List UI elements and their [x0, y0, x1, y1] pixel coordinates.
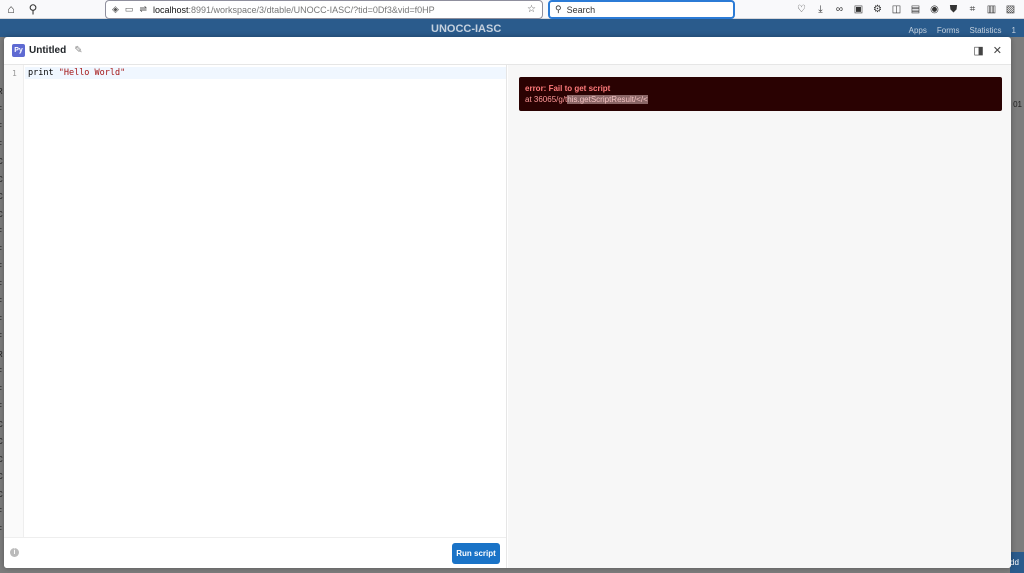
- line-gutter: 1: [4, 65, 24, 538]
- split-view-icon[interactable]: ◨: [973, 44, 983, 58]
- app-title: UNOCC-IASC: [431, 23, 502, 35]
- glasses-icon[interactable]: ∞: [833, 3, 846, 16]
- pocket-icon[interactable]: ♡: [795, 3, 808, 16]
- shield-icon: ◈: [112, 4, 119, 14]
- background-row-fragment: C: [0, 437, 3, 446]
- line-number: 1: [12, 69, 17, 78]
- info-icon[interactable]: i: [10, 548, 19, 557]
- url-host: localhost: [152, 4, 189, 15]
- background-row-fragment: C: [0, 210, 3, 219]
- error-trace-highlight: his.getScriptResult/</<: [567, 95, 648, 104]
- background-row-fragment: C: [0, 192, 3, 201]
- background-row-fragment: F: [0, 297, 2, 306]
- background-row-fragment: F: [0, 315, 2, 324]
- editor-footer: i Run script: [4, 537, 506, 568]
- code-string: "Hello World": [58, 68, 126, 78]
- search-icon: ⚲: [555, 4, 562, 14]
- home-icon[interactable]: ⌂: [0, 0, 22, 19]
- background-row-fragment: C: [0, 175, 3, 184]
- background-row-fragment: F: [0, 507, 2, 516]
- output-pane: error: Fail to get script at 36065/g/thi…: [508, 65, 1011, 568]
- modal-header: Py Untitled ✎ ◨ ✕: [4, 37, 1011, 65]
- code-editor[interactable]: 1 print "Hello World" i Run script: [4, 65, 507, 568]
- url-path: :8991/workspace/3/dtable/UNOCC-IASC/?tid…: [188, 4, 435, 15]
- background-row-fragment: R: [0, 87, 3, 96]
- extension-icons: ♡ ⤓ ∞ ▣ ⚙ ◫ ▤ ◉ ⛊ ⌗ ▥ ▧ ≡: [795, 0, 1024, 19]
- code-line[interactable]: print "Hello World": [25, 67, 506, 79]
- background-row-fragment: F: [0, 367, 2, 376]
- background-row-fragment: F: [0, 245, 2, 254]
- nav-apps[interactable]: Apps: [909, 26, 927, 35]
- background-row-fragment: F: [0, 332, 2, 341]
- printer-icon[interactable]: ▣: [852, 3, 865, 16]
- background-row-fragment: F: [0, 525, 2, 534]
- python-icon: Py: [12, 44, 25, 57]
- nav-forms[interactable]: Forms: [937, 26, 960, 35]
- background-row-fragment: C: [0, 455, 3, 464]
- background-row-fragment: R: [0, 350, 3, 359]
- pencil-icon[interactable]: ✎: [74, 45, 82, 56]
- background-row-fragment: C: [0, 157, 3, 166]
- script-editor-modal: Py Untitled ✎ ◨ ✕ 1 print "Hello World" …: [4, 37, 1011, 568]
- url-bar[interactable]: ◈ ▭ ⇌ localhost:8991/workspace/3/dtable/…: [105, 0, 543, 19]
- bookmark-star-icon[interactable]: ☆: [527, 4, 536, 15]
- background-row-fragment: F: [0, 140, 2, 149]
- error-trace-prefix: at 36065/g/t: [525, 95, 568, 104]
- nav-statistics[interactable]: Statistics: [970, 26, 1002, 35]
- translate-icon[interactable]: ▤: [909, 3, 922, 16]
- error-message: error: Fail to get script at 36065/g/thi…: [519, 77, 1002, 111]
- search-placeholder: Search: [566, 4, 596, 15]
- permissions-icon: ⇌: [139, 4, 147, 14]
- addon-icon[interactable]: ▧: [1004, 3, 1017, 16]
- screenshot-icon[interactable]: ⌗: [966, 3, 979, 16]
- barcode-icon[interactable]: ▥: [985, 3, 998, 16]
- error-trace: at 36065/g/this.getScriptResult/</<: [525, 94, 996, 105]
- background-row-fragment: F: [0, 402, 2, 411]
- background-row-fragment: C: [0, 472, 3, 481]
- script-title: Untitled: [29, 45, 67, 56]
- settings-icon[interactable]: ⚙: [871, 3, 884, 16]
- sidebar-icon[interactable]: ◫: [890, 3, 903, 16]
- background-row-fragment: C: [0, 490, 3, 499]
- app-header: UNOCC-IASC Apps Forms Statistics 1: [0, 19, 1024, 37]
- nav-collaborators[interactable]: 1: [1012, 26, 1016, 35]
- background-row-fragment: F: [0, 122, 2, 131]
- search-icon[interactable]: ⚲: [22, 0, 44, 19]
- background-add-button[interactable]: dd: [1010, 552, 1024, 573]
- account-icon[interactable]: ◉: [928, 3, 941, 16]
- background-table-fragment: 01: [1013, 100, 1022, 109]
- page-icon: ▭: [124, 4, 134, 14]
- download-icon[interactable]: ⤓: [814, 3, 827, 16]
- background-row-fragment: F: [0, 280, 2, 289]
- ublock-icon[interactable]: ⛊: [947, 3, 960, 16]
- code-keyword: print: [28, 68, 54, 78]
- background-row-fragment: F: [0, 227, 2, 236]
- background-row-fragment: F: [0, 385, 2, 394]
- app-nav: Apps Forms Statistics 1: [909, 26, 1016, 35]
- run-script-button[interactable]: Run script: [452, 543, 500, 564]
- close-icon[interactable]: ✕: [993, 44, 1002, 58]
- background-row-fragment: F: [0, 105, 2, 114]
- error-title: error: Fail to get script: [525, 84, 611, 93]
- background-row-fragment: C: [0, 420, 3, 429]
- background-row-fragment: F: [0, 262, 2, 271]
- search-bar[interactable]: ⚲ Search: [548, 0, 735, 19]
